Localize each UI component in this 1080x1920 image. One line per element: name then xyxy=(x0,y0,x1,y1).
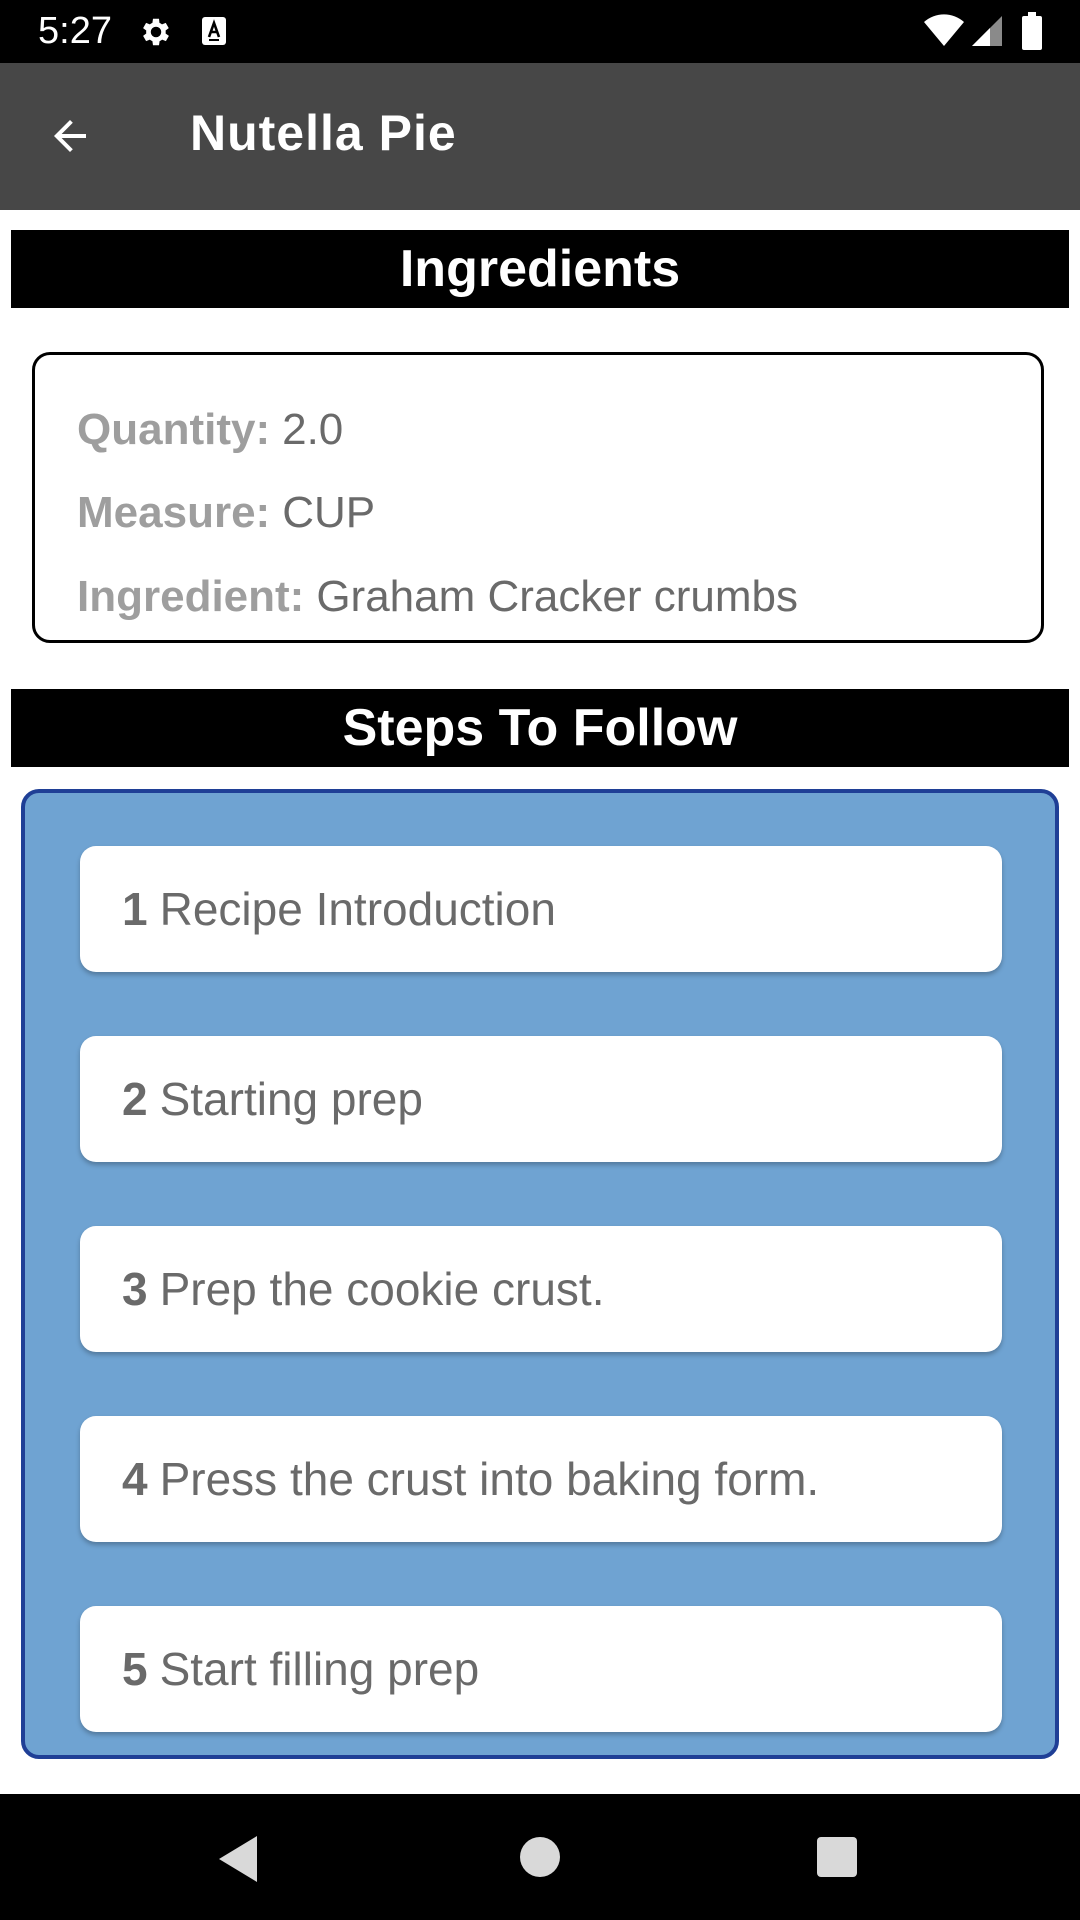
status-bar: 5:27 xyxy=(0,0,1080,63)
step-title: Press the crust into baking form. xyxy=(159,1453,820,1505)
measure-label: Measure: xyxy=(77,488,271,537)
gear-icon xyxy=(143,18,169,46)
step-number: 5 xyxy=(122,1643,148,1695)
step-title: Start filling prep xyxy=(159,1643,480,1695)
measure-row: Measure: CUP xyxy=(77,487,375,539)
signal-icon xyxy=(972,16,1002,46)
page-title: Nutella Pie xyxy=(190,105,457,161)
quantity-value: 2.0 xyxy=(282,405,344,454)
wifi-icon xyxy=(924,14,964,46)
arrow-left-icon xyxy=(54,120,86,152)
step-number: 4 xyxy=(122,1453,148,1505)
battery-icon xyxy=(1022,12,1042,50)
steps-header: Steps To Follow xyxy=(11,689,1069,767)
app-bar: Nutella Pie xyxy=(0,63,1080,210)
step-item-1[interactable]: 1 Recipe Introduction xyxy=(80,846,1002,972)
ingredient-row: Ingredient: Graham Cracker crumbs xyxy=(77,571,798,623)
step-number: 1 xyxy=(122,883,148,935)
back-button[interactable] xyxy=(34,100,106,172)
back-triangle-icon[interactable] xyxy=(215,1834,261,1884)
a-text-icon xyxy=(202,17,226,45)
step-item-4[interactable]: 4 Press the crust into baking form. xyxy=(80,1416,1002,1542)
step-item-2[interactable]: 2 Starting prep xyxy=(80,1036,1002,1162)
status-time: 5:27 xyxy=(38,10,112,52)
step-title: Recipe Introduction xyxy=(159,883,556,935)
recents-square-icon[interactable] xyxy=(817,1837,857,1877)
home-circle-icon[interactable] xyxy=(519,1836,561,1878)
step-number: 3 xyxy=(122,1263,148,1315)
step-item-5[interactable]: 5 Start filling prep xyxy=(80,1606,1002,1732)
step-title: Prep the cookie crust. xyxy=(159,1263,605,1315)
measure-value: CUP xyxy=(282,488,376,537)
ingredients-header: Ingredients xyxy=(11,230,1069,308)
step-number: 2 xyxy=(122,1073,148,1125)
ingredient-value: Graham Cracker crumbs xyxy=(316,572,798,621)
steps-list[interactable]: 1 Recipe Introduction 2 Starting prep 3 … xyxy=(21,789,1059,1759)
ingredient-card: Quantity: 2.0 Measure: CUP Ingredient: Grah… xyxy=(32,352,1044,643)
step-item-3[interactable]: 3 Prep the cookie crust. xyxy=(80,1226,1002,1352)
ingredient-label: Ingredient: xyxy=(77,572,305,621)
step-title: Starting prep xyxy=(159,1073,423,1125)
quantity-label: Quantity: xyxy=(77,405,271,454)
system-nav-bar xyxy=(0,1794,1080,1920)
quantity-row: Quantity: 2.0 xyxy=(77,404,343,456)
